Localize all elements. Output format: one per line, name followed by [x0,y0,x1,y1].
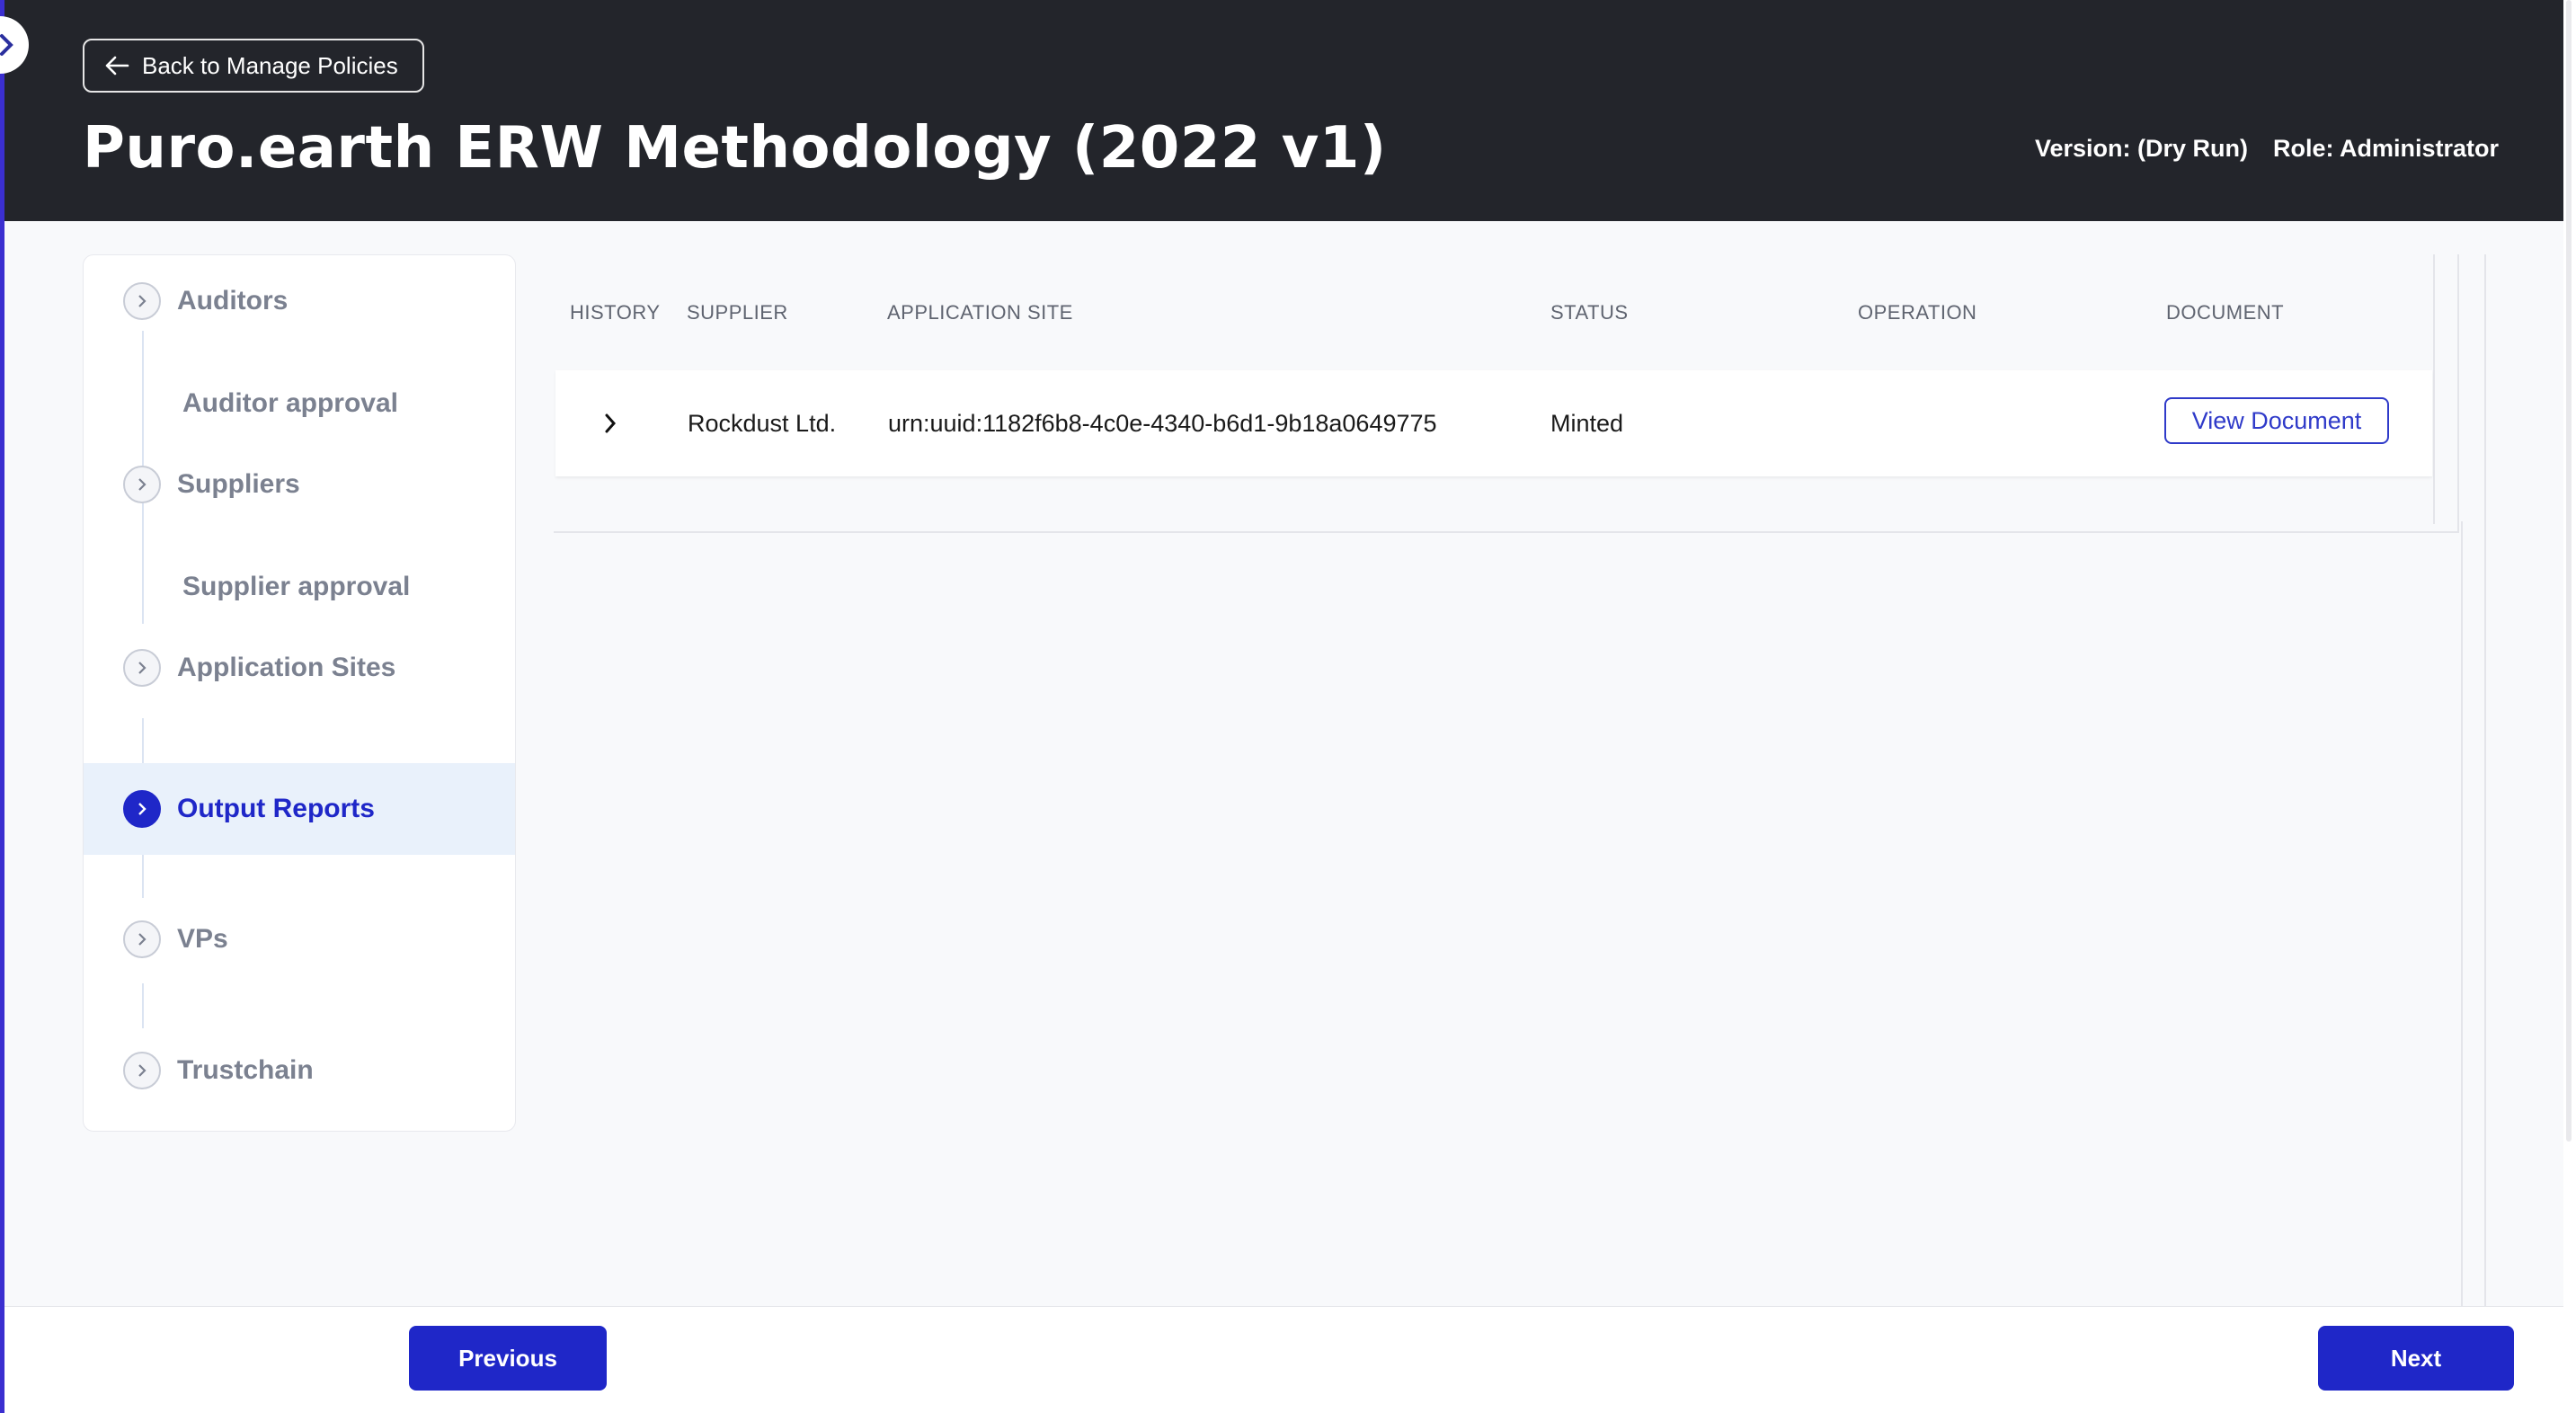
step-connector [142,853,144,898]
step-connector [142,516,144,624]
chevron-right-icon [123,282,161,320]
panel-divider [2433,254,2435,524]
chevron-right-icon [123,790,161,828]
panel-divider [2461,521,2463,1308]
window-scrollbar[interactable] [2563,0,2576,1413]
sidebar-item-suppliers[interactable]: Suppliers [84,439,515,530]
chevron-right-icon [123,649,161,687]
sidebar-item-auditors[interactable]: Auditors [84,255,515,347]
sidebar-item-label: Output Reports [177,794,375,823]
policy-meta: Version: (Dry Run) Role: Administrator [2035,135,2499,163]
sidebar-item-label: Auditors [177,286,289,315]
left-accent-rail [0,0,4,1413]
sidebar-item-auditor-approval[interactable]: Auditor approval [182,388,398,419]
chevron-right-icon [123,1052,161,1089]
sidebar-item-label: Suppliers [177,469,300,499]
sidebar-item-label: Trustchain [177,1055,314,1085]
sidebar-item-label: Application Sites [177,653,396,682]
chevron-right-icon [123,466,161,503]
sidebar-item-application-sites[interactable]: Application Sites [84,622,515,714]
column-header-document: DOCUMENT [2166,301,2285,324]
panel-divider [2484,254,2486,1308]
policy-steps-sidebar: Auditors Auditor approval Suppliers Supp… [83,254,516,1132]
back-to-policies-button[interactable]: Back to Manage Policies [83,39,424,93]
column-header-application-site: APPLICATION SITE [887,301,1073,324]
column-header-supplier: SUPPLIER [687,301,788,324]
sidebar-item-trustchain[interactable]: Trustchain [84,1025,515,1116]
step-connector [142,983,144,1028]
sidebar-item-supplier-approval[interactable]: Supplier approval [182,572,410,602]
page-title: Puro.earth ERW Methodology (2022 v1) [83,115,1387,182]
chevron-right-icon [605,413,617,433]
column-header-status: STATUS [1550,301,1629,324]
sidebar-item-vps[interactable]: VPs [84,893,515,985]
application-site-cell: urn:uuid:1182f6b8-4c0e-4340-b6d1-9b18a06… [888,409,1437,437]
supplier-cell: Rockdust Ltd. [688,409,837,437]
version-label: Version: (Dry Run) [2034,135,2248,162]
view-document-button[interactable]: View Document [2164,397,2389,444]
sidebar-item-output-reports[interactable]: Output Reports [84,763,515,855]
table-row: Rockdust Ltd. urn:uuid:1182f6b8-4c0e-434… [555,370,2432,476]
expand-history-button[interactable] [602,370,618,476]
role-label: Role: Administrator [2272,135,2499,162]
column-header-history: HISTORY [570,301,661,324]
step-connector [142,718,144,763]
previous-button[interactable]: Previous [409,1326,607,1391]
page-header: Back to Manage Policies Puro.earth ERW M… [0,0,2563,221]
sidebar-item-label: VPs [177,924,228,954]
back-button-label: Back to Manage Policies [142,51,398,79]
chevron-right-icon [0,34,13,56]
column-header-operation: OPERATION [1858,301,1977,324]
next-button[interactable]: Next [2318,1326,2514,1391]
wizard-footer [4,1306,2563,1413]
status-cell: Minted [1550,409,1624,437]
chevron-right-icon [123,920,161,958]
arrow-left-icon [105,56,129,76]
scrollbar-thumb[interactable] [2566,0,2572,1142]
